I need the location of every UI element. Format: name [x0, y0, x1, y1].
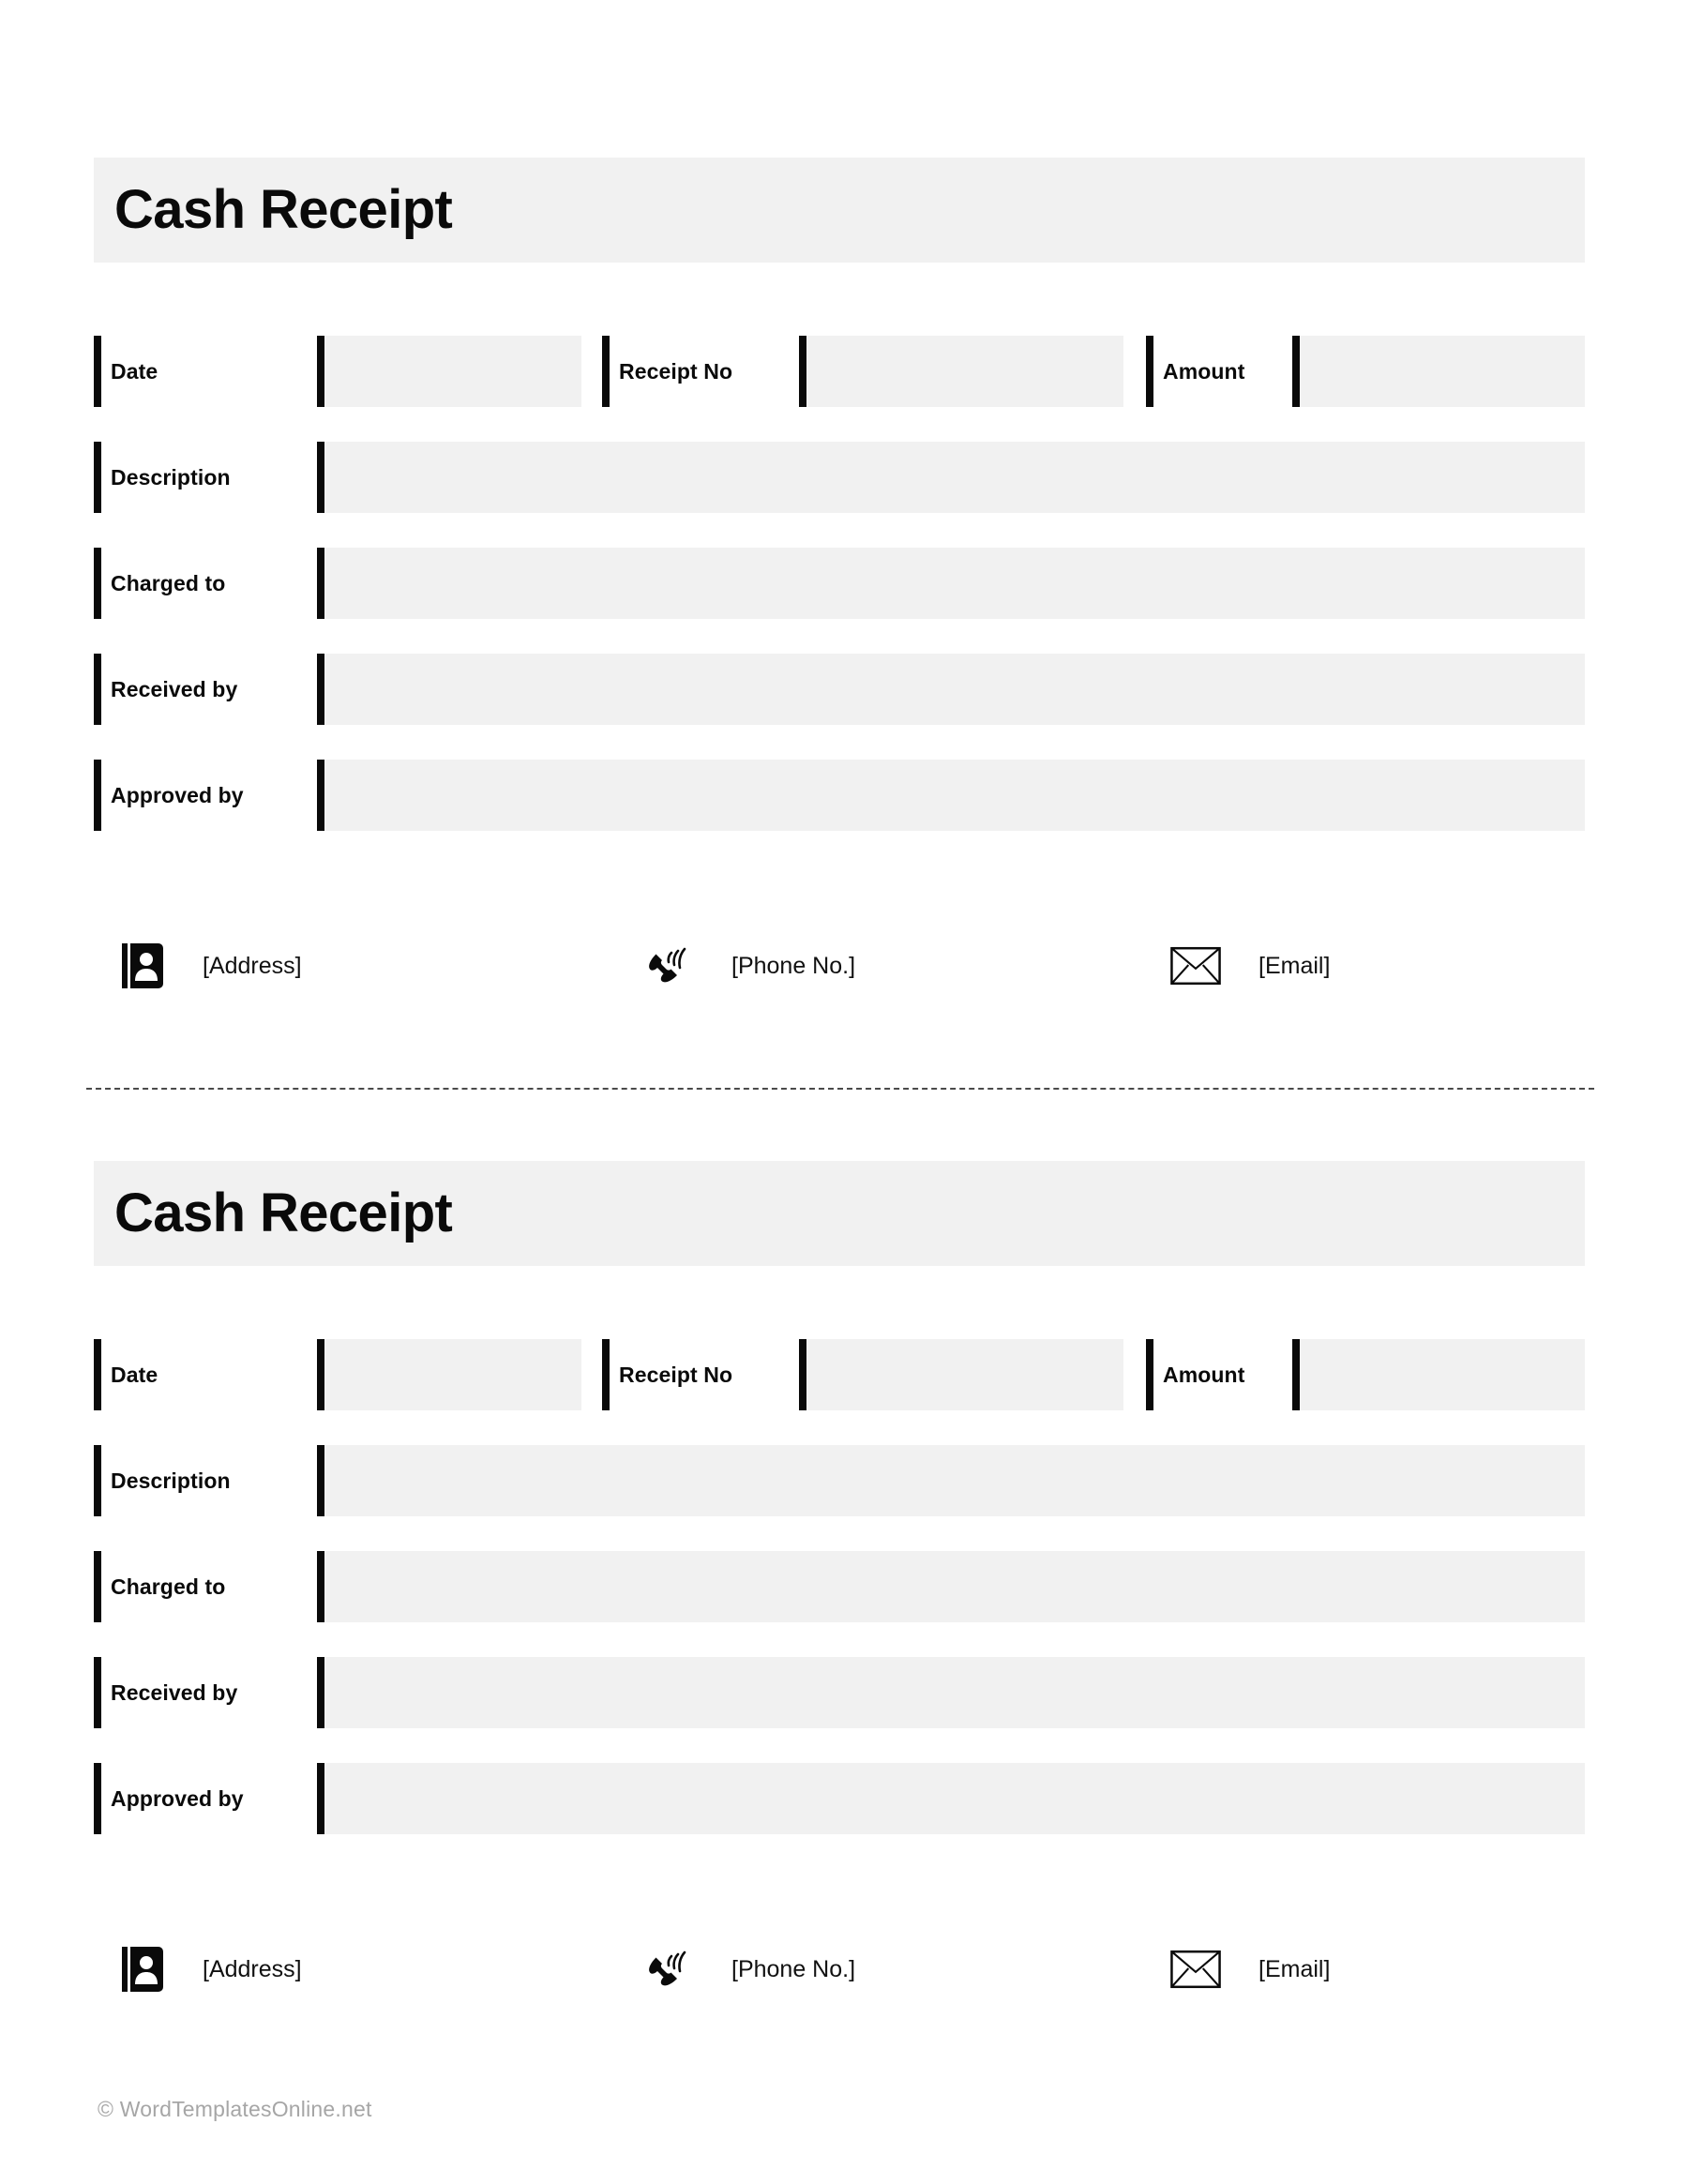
row-accent-bar — [94, 1445, 101, 1516]
label-date: Date — [111, 1362, 158, 1387]
field-accent-bar — [1292, 336, 1300, 407]
input-received-by[interactable] — [324, 1657, 1585, 1728]
label-approved-by: Approved by — [111, 1785, 244, 1811]
address-book-icon — [118, 1944, 169, 1995]
label-receipt-no: Receipt No — [619, 1362, 733, 1387]
field-accent-bar — [317, 1657, 324, 1728]
footer-credit: © WordTemplatesOnline.net — [98, 2097, 372, 2121]
row-accent-bar — [94, 654, 101, 725]
label-receipt-no: Receipt No — [619, 358, 733, 384]
phone-ringing-icon — [641, 941, 692, 991]
contact-phone: [Phone No.] — [641, 1927, 855, 2011]
field-accent-bar — [799, 1339, 806, 1410]
phone-ringing-icon — [641, 1944, 692, 1995]
row-approved-by: Approved by — [0, 1763, 1688, 1834]
input-amount[interactable] — [1300, 336, 1585, 407]
label-received-by: Received by — [111, 1679, 238, 1705]
receipt-title: Cash Receipt — [114, 179, 453, 240]
field-accent-bar — [317, 654, 324, 725]
label-approved-by: Approved by — [111, 782, 244, 807]
row-approved-by: Approved by — [0, 760, 1688, 831]
field-accent-bar — [317, 548, 324, 619]
row-charged-to: Charged to — [0, 548, 1688, 619]
row-received-by: Received by — [0, 1657, 1688, 1728]
field-accent-bar — [1292, 1339, 1300, 1410]
field-accent-bar — [317, 1551, 324, 1622]
contact-address: [Address] — [118, 924, 302, 1008]
cut-line-divider — [86, 1088, 1594, 1090]
field-accent-bar — [317, 336, 324, 407]
row-accent-bar — [94, 1763, 101, 1834]
field-accent-bar — [317, 1339, 324, 1410]
contact-row: [Address] [Phone No.] [Email] — [0, 924, 1688, 1008]
receipt-title-band: Cash Receipt — [94, 1161, 1585, 1266]
field-accent-bar — [317, 442, 324, 513]
row-accent-bar — [94, 1657, 101, 1728]
row-date-receiptno-amount: Date Receipt No Amount — [0, 336, 1688, 407]
envelope-icon — [1170, 941, 1221, 991]
label-received-by: Received by — [111, 676, 238, 701]
contact-phone: [Phone No.] — [641, 924, 855, 1008]
address-book-icon — [118, 941, 169, 991]
contact-address: [Address] — [118, 1927, 302, 2011]
input-receipt-no[interactable] — [806, 336, 1123, 407]
input-approved-by[interactable] — [324, 760, 1585, 831]
label-amount: Amount — [1163, 1362, 1245, 1387]
row-description: Description — [0, 442, 1688, 513]
row-received-by: Received by — [0, 654, 1688, 725]
input-charged-to[interactable] — [324, 548, 1585, 619]
receipt-title: Cash Receipt — [114, 1182, 453, 1243]
cash-receipt-page: Cash Receipt Date Receipt No Amount Desc… — [0, 0, 1688, 2184]
field-accent-bar — [317, 760, 324, 831]
phone-placeholder: [Phone No.] — [731, 1955, 856, 1982]
row-accent-bar — [94, 336, 101, 407]
email-placeholder: [Email] — [1258, 952, 1331, 979]
contact-email: [Email] — [1170, 1927, 1330, 2011]
input-description[interactable] — [324, 442, 1585, 513]
address-placeholder: [Address] — [203, 1955, 302, 1982]
field-accent-bar — [317, 1763, 324, 1834]
input-description[interactable] — [324, 1445, 1585, 1516]
receipt-title-band: Cash Receipt — [94, 158, 1585, 263]
input-date[interactable] — [324, 336, 581, 407]
row-accent-bar — [94, 1339, 101, 1410]
label-amount: Amount — [1163, 358, 1245, 384]
input-date[interactable] — [324, 1339, 581, 1410]
input-receipt-no[interactable] — [806, 1339, 1123, 1410]
row-accent-bar — [1146, 1339, 1153, 1410]
row-date-receiptno-amount: Date Receipt No Amount — [0, 1339, 1688, 1410]
row-accent-bar — [94, 548, 101, 619]
field-accent-bar — [799, 336, 806, 407]
field-accent-bar — [317, 1445, 324, 1516]
email-placeholder: [Email] — [1258, 1955, 1331, 1982]
row-accent-bar — [94, 760, 101, 831]
input-approved-by[interactable] — [324, 1763, 1585, 1834]
row-charged-to: Charged to — [0, 1551, 1688, 1622]
address-placeholder: [Address] — [203, 952, 302, 979]
row-accent-bar — [602, 336, 610, 407]
row-accent-bar — [602, 1339, 610, 1410]
label-description: Description — [111, 464, 231, 490]
input-charged-to[interactable] — [324, 1551, 1585, 1622]
row-accent-bar — [94, 442, 101, 513]
label-description: Description — [111, 1468, 231, 1493]
row-accent-bar — [94, 1551, 101, 1622]
input-amount[interactable] — [1300, 1339, 1585, 1410]
label-charged-to: Charged to — [111, 570, 226, 595]
row-accent-bar — [1146, 336, 1153, 407]
envelope-icon — [1170, 1944, 1221, 1995]
input-received-by[interactable] — [324, 654, 1585, 725]
label-charged-to: Charged to — [111, 1574, 226, 1599]
label-date: Date — [111, 358, 158, 384]
contact-row: [Address] [Phone No.] [Email] — [0, 1927, 1688, 2011]
phone-placeholder: [Phone No.] — [731, 952, 856, 979]
contact-email: [Email] — [1170, 924, 1330, 1008]
row-description: Description — [0, 1445, 1688, 1516]
